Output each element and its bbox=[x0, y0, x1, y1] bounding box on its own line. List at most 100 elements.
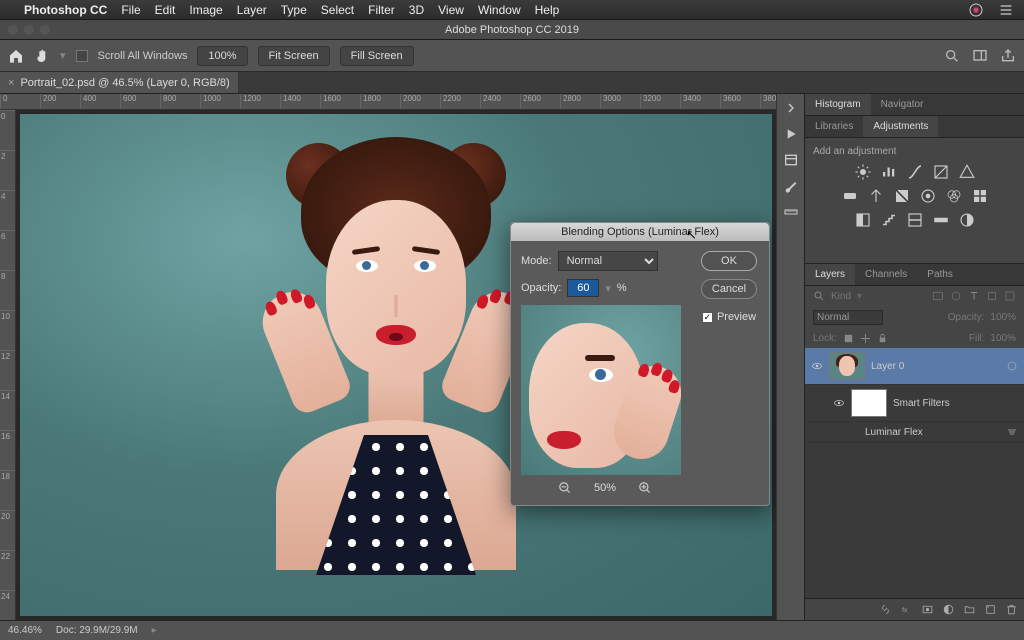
zoom-in-icon[interactable] bbox=[638, 481, 652, 495]
home-icon[interactable] bbox=[8, 48, 24, 64]
layer-row[interactable]: Layer 0 bbox=[805, 348, 1024, 385]
curves-icon[interactable] bbox=[906, 163, 924, 181]
menu-select[interactable]: Select bbox=[321, 3, 354, 17]
share-icon[interactable] bbox=[1000, 48, 1016, 64]
play-icon[interactable] bbox=[783, 126, 799, 142]
layer-row[interactable]: Smart Filters bbox=[805, 385, 1024, 422]
dialog-title: Blending Options (Luminar Flex) bbox=[511, 223, 769, 241]
channel-mixer-icon[interactable] bbox=[945, 187, 963, 205]
layer-thumbnail[interactable] bbox=[829, 352, 865, 380]
fit-screen-button[interactable]: Fit Screen bbox=[258, 46, 330, 66]
traffic-lights[interactable] bbox=[8, 25, 50, 35]
exposure-icon[interactable] bbox=[932, 163, 950, 181]
document-tab-label: Portrait_02.psd @ 46.5% (Layer 0, RGB/8) bbox=[20, 77, 229, 89]
layer-opacity-label: Opacity: bbox=[948, 312, 985, 323]
fill-screen-button[interactable]: Fill Screen bbox=[340, 46, 414, 66]
menu-3d[interactable]: 3D bbox=[409, 3, 424, 17]
tab-histogram[interactable]: Histogram bbox=[805, 94, 871, 115]
menu-list-icon[interactable] bbox=[998, 2, 1014, 18]
posterize-icon[interactable] bbox=[880, 211, 898, 229]
cancel-button[interactable]: Cancel bbox=[701, 279, 757, 299]
right-panels: Histogram Navigator Libraries Adjustment… bbox=[804, 94, 1024, 620]
search-icon[interactable] bbox=[813, 290, 825, 302]
menu-window[interactable]: Window bbox=[478, 3, 521, 17]
menu-view[interactable]: View bbox=[438, 3, 464, 17]
tab-channels[interactable]: Channels bbox=[855, 264, 917, 285]
preview-checkbox[interactable]: ✓ bbox=[702, 312, 713, 323]
group-icon[interactable] bbox=[963, 603, 976, 616]
link-icon[interactable] bbox=[879, 603, 892, 616]
layer-name: Luminar Flex bbox=[865, 427, 923, 438]
tab-layers[interactable]: Layers bbox=[805, 264, 855, 285]
opacity-input[interactable] bbox=[567, 279, 599, 297]
blend-mode-select[interactable] bbox=[813, 310, 883, 325]
history-icon[interactable] bbox=[783, 152, 799, 168]
ok-button[interactable]: OK bbox=[701, 251, 757, 271]
filter-image-icon[interactable] bbox=[932, 290, 944, 302]
app-name[interactable]: Photoshop CC bbox=[24, 3, 107, 17]
threshold-icon[interactable] bbox=[906, 211, 924, 229]
mode-select[interactable]: Normal bbox=[558, 251, 658, 271]
close-tab-icon[interactable]: × bbox=[8, 77, 14, 89]
menu-layer[interactable]: Layer bbox=[237, 3, 267, 17]
selective-color-icon[interactable] bbox=[958, 211, 976, 229]
layer-name: Smart Filters bbox=[893, 398, 950, 409]
fill-label: Fill: bbox=[969, 333, 985, 344]
brush-icon[interactable] bbox=[783, 178, 799, 194]
tab-paths[interactable]: Paths bbox=[917, 264, 963, 285]
workspace-icon[interactable] bbox=[972, 48, 988, 64]
dialog-preview-image bbox=[521, 305, 681, 475]
hue-icon[interactable] bbox=[841, 187, 859, 205]
ruler-icon[interactable] bbox=[783, 204, 799, 220]
photo-filter-icon[interactable] bbox=[919, 187, 937, 205]
fill-value[interactable]: 100% bbox=[990, 333, 1016, 344]
menu-edit[interactable]: Edit bbox=[155, 3, 176, 17]
filter-settings-icon[interactable] bbox=[1006, 426, 1018, 438]
bw-icon[interactable] bbox=[893, 187, 911, 205]
menu-file[interactable]: File bbox=[121, 3, 140, 17]
new-layer-icon[interactable] bbox=[984, 603, 997, 616]
collapsed-panel-strip bbox=[776, 94, 804, 620]
document-tab[interactable]: × Portrait_02.psd @ 46.5% (Layer 0, RGB/… bbox=[0, 72, 239, 93]
filter-smart-icon[interactable] bbox=[1004, 290, 1016, 302]
gradient-map-icon[interactable] bbox=[932, 211, 950, 229]
levels-icon[interactable] bbox=[880, 163, 898, 181]
hand-tool-icon[interactable] bbox=[34, 48, 50, 64]
brightness-icon[interactable] bbox=[854, 163, 872, 181]
filter-adj-icon[interactable] bbox=[950, 290, 962, 302]
status-zoom[interactable]: 46.46% bbox=[8, 625, 42, 636]
filter-type-icon[interactable] bbox=[968, 290, 980, 302]
cc-cloud-icon[interactable] bbox=[968, 2, 984, 18]
menu-filter[interactable]: Filter bbox=[368, 3, 395, 17]
search-icon[interactable] bbox=[944, 48, 960, 64]
mask-icon[interactable] bbox=[921, 603, 934, 616]
trash-icon[interactable] bbox=[1005, 603, 1018, 616]
color-lookup-icon[interactable] bbox=[971, 187, 989, 205]
menu-help[interactable]: Help bbox=[535, 3, 560, 17]
adjustment-layer-icon[interactable] bbox=[942, 603, 955, 616]
filter-shape-icon[interactable] bbox=[986, 290, 998, 302]
tab-libraries[interactable]: Libraries bbox=[805, 116, 863, 137]
visibility-icon[interactable] bbox=[833, 397, 845, 409]
invert-icon[interactable] bbox=[854, 211, 872, 229]
zoom-out-icon[interactable] bbox=[558, 481, 572, 495]
fx-icon[interactable]: fx bbox=[900, 603, 913, 616]
lock-pixels-icon[interactable] bbox=[843, 333, 854, 344]
vibrance-icon[interactable] bbox=[958, 163, 976, 181]
lock-position-icon[interactable] bbox=[860, 333, 871, 344]
layer-opacity-value[interactable]: 100% bbox=[990, 312, 1016, 323]
layer-row[interactable]: Luminar Flex bbox=[805, 422, 1024, 443]
expand-arrow-icon[interactable] bbox=[783, 100, 799, 116]
filter-mask-thumbnail[interactable] bbox=[851, 389, 887, 417]
zoom-100-button[interactable]: 100% bbox=[197, 46, 247, 66]
menu-image[interactable]: Image bbox=[189, 3, 222, 17]
tab-adjustments[interactable]: Adjustments bbox=[863, 116, 938, 137]
tab-navigator[interactable]: Navigator bbox=[871, 94, 934, 115]
visibility-icon[interactable] bbox=[811, 360, 823, 372]
color-balance-icon[interactable] bbox=[867, 187, 885, 205]
menu-type[interactable]: Type bbox=[281, 3, 307, 17]
status-doc[interactable]: Doc: 29.9M/29.9M bbox=[56, 625, 138, 636]
lock-all-icon[interactable] bbox=[877, 333, 888, 344]
scroll-all-checkbox[interactable] bbox=[76, 50, 88, 62]
canvas-area[interactable]: 0200400600800100012001400160018002000220… bbox=[0, 94, 776, 620]
